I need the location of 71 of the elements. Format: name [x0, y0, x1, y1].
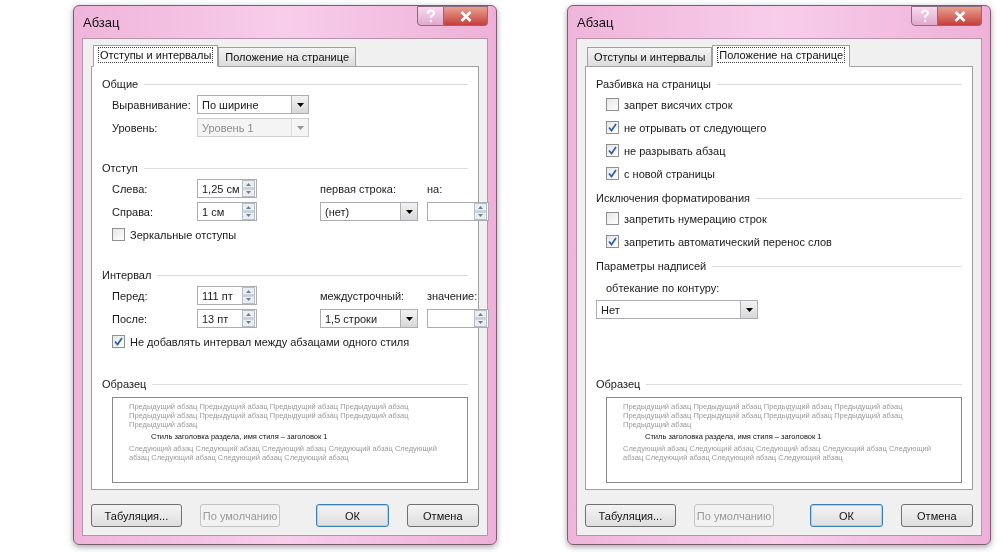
caret-icon: [405, 209, 413, 214]
field-label: После:: [112, 312, 149, 325]
field-label: Справа:: [112, 205, 155, 218]
field-label: Перед:: [112, 289, 149, 302]
spinner-arrows-icon: [242, 180, 255, 197]
field-label: междустрочный:: [320, 289, 406, 302]
caret-icon: [405, 316, 413, 321]
spin-field[interactable]: 1 см: [197, 202, 257, 221]
section-heading: Образец: [102, 378, 147, 390]
tab[interactable]: Положение на странице: [218, 47, 357, 67]
spinner-arrows-icon: [242, 203, 255, 220]
spinner-arrows-icon: [242, 310, 255, 327]
section-heading: Общие: [102, 78, 139, 90]
section-heading: Отступ: [102, 162, 138, 174]
section-heading: Интервал: [102, 269, 152, 281]
help-button[interactable]: [417, 6, 444, 26]
field-label: Слева:: [112, 182, 149, 195]
help-button[interactable]: [911, 6, 938, 26]
close-icon: [459, 10, 472, 22]
checkmark-icon: [608, 146, 617, 155]
field-label: на:: [427, 182, 444, 195]
dialog-button[interactable]: Табуляция...: [585, 504, 676, 527]
caret-icon: [296, 125, 304, 130]
field-label: первая строка:: [320, 182, 398, 195]
section-heading: Параметры надписей: [596, 260, 707, 272]
dropdown[interactable]: 1,5 строки: [320, 309, 418, 328]
dialog-button[interactable]: ОК: [810, 504, 883, 527]
dialog-button[interactable]: ОК: [316, 504, 389, 527]
checkbox[interactable]: Зеркальные отступы: [112, 224, 489, 245]
caret-icon: [745, 307, 753, 312]
spin-field[interactable]: [427, 309, 489, 328]
tab[interactable]: Положение на странице: [712, 45, 851, 67]
field-label: Выравнивание:: [112, 98, 192, 111]
spin-field[interactable]: 111 пт: [197, 286, 257, 305]
field-label: значение:: [427, 289, 479, 302]
checkbox[interactable]: Не добавлять интервал между абзацами одного стиля: [112, 331, 489, 352]
window-title: Абзац: [82, 14, 120, 30]
close-button[interactable]: [444, 6, 488, 26]
field-label: обтекание по контуру:: [606, 280, 721, 294]
spin-field[interactable]: [427, 202, 489, 221]
help-icon: [918, 9, 931, 23]
checkbox[interactable]: не разрывать абзац: [606, 140, 983, 161]
tab[interactable]: Отступы и интервалы: [93, 45, 219, 67]
dialog-button[interactable]: Отмена: [406, 504, 479, 527]
caret-icon: [296, 102, 304, 107]
dialog-button[interactable]: Табуляция...: [91, 504, 182, 527]
checkbox[interactable]: запретить нумерацию строк: [606, 208, 983, 229]
section-heading: Исключения форматирования: [596, 192, 750, 204]
checkbox[interactable]: не отрывать от следующего: [606, 117, 983, 138]
checkbox[interactable]: запрет висячих строк: [606, 94, 983, 115]
close-button[interactable]: [938, 6, 982, 26]
window-title: Абзац: [576, 14, 614, 30]
spinner-arrows-icon: [242, 287, 255, 304]
checkmark-icon: [608, 237, 617, 246]
checkbox[interactable]: с новой страницы: [606, 163, 983, 184]
dialog-button[interactable]: Отмена: [900, 504, 973, 527]
field-label: Уровень:: [112, 121, 159, 134]
section-heading: Разбивка на страницы: [596, 78, 711, 90]
dropdown[interactable]: Нет: [596, 300, 758, 319]
dropdown[interactable]: (нет): [320, 202, 418, 221]
dropdown[interactable]: По ширине: [197, 95, 309, 114]
help-icon: [424, 9, 437, 23]
close-icon: [953, 10, 966, 22]
spin-field[interactable]: 1,25 см: [197, 179, 257, 198]
tab[interactable]: Отступы и интервалы: [587, 47, 713, 67]
checkbox[interactable]: запретить автоматический перенос слов: [606, 231, 983, 252]
spin-field[interactable]: 13 пт: [197, 309, 257, 328]
checkmark-icon: [608, 169, 617, 178]
checkmark-icon: [114, 337, 123, 346]
checkmark-icon: [608, 123, 617, 132]
section-heading: Образец: [596, 378, 641, 390]
